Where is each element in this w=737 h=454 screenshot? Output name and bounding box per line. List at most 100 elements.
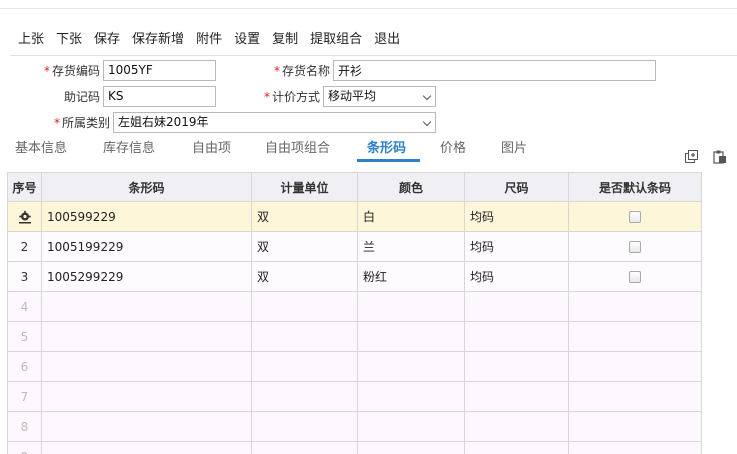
prev-button[interactable]: 上张 <box>18 30 44 50</box>
unit-cell[interactable]: 双 <box>251 231 358 262</box>
default-cell[interactable] <box>568 381 702 412</box>
column-header-color[interactable]: 颜色 <box>357 172 465 202</box>
gear-icon[interactable] <box>18 210 32 224</box>
barcode-cell[interactable] <box>41 441 252 454</box>
default-cell[interactable] <box>568 441 702 454</box>
default-checkbox[interactable] <box>629 271 641 283</box>
tab-images[interactable]: 图片 <box>501 140 527 164</box>
size-cell[interactable]: 均码 <box>464 261 569 292</box>
code-input[interactable] <box>103 59 216 81</box>
color-cell[interactable]: 白 <box>357 201 465 232</box>
column-header-size[interactable]: 尺码 <box>464 172 569 202</box>
required-mark: * <box>43 63 50 78</box>
row-index-cell[interactable] <box>7 201 42 232</box>
name-input[interactable] <box>333 59 656 81</box>
save-new-button[interactable]: 保存新增 <box>132 30 184 50</box>
table-row-empty[interactable]: 8 <box>7 411 702 442</box>
unit-cell[interactable] <box>251 441 358 454</box>
chevron-down-icon <box>422 91 432 100</box>
tab-inventory-info[interactable]: 库存信息 <box>103 140 155 164</box>
attachment-button[interactable]: 附件 <box>196 30 222 50</box>
unit-cell[interactable]: 双 <box>251 201 358 232</box>
table-row-empty[interactable]: 6 <box>7 351 702 382</box>
table-row[interactable]: 100599229 双 白 均码 <box>7 201 702 232</box>
default-cell[interactable] <box>568 321 702 352</box>
barcode-cell[interactable] <box>41 381 252 412</box>
size-cell[interactable] <box>464 441 569 454</box>
barcode-cell[interactable]: 1005299229 <box>41 261 252 292</box>
size-cell[interactable] <box>464 291 569 322</box>
default-cell[interactable] <box>568 291 702 322</box>
color-cell[interactable] <box>357 351 465 382</box>
column-header-default[interactable]: 是否默认条码 <box>568 172 702 202</box>
default-cell[interactable] <box>568 351 702 382</box>
pricing-row: * 计价方式 移动平均 <box>260 85 436 107</box>
color-cell[interactable]: 粉红 <box>357 261 465 292</box>
add-row-icon[interactable] <box>685 150 699 164</box>
table-row[interactable]: 3 1005299229 双 粉红 均码 <box>7 261 702 292</box>
tab-free-items[interactable]: 自由项 <box>192 140 231 164</box>
table-header-row: 序号 条形码 计量单位 颜色 尺码 是否默认条码 <box>7 172 702 202</box>
barcode-cell[interactable] <box>41 291 252 322</box>
color-cell[interactable] <box>357 411 465 442</box>
default-checkbox[interactable] <box>629 241 641 253</box>
default-cell <box>568 231 702 262</box>
table-row-empty[interactable]: 5 <box>7 321 702 352</box>
barcode-cell[interactable]: 100599229 <box>41 201 252 232</box>
row-index-cell: 9 <box>7 441 42 454</box>
active-tab-indicator <box>357 159 420 162</box>
toolbar-divider <box>10 55 737 56</box>
required-mark: * <box>53 115 60 130</box>
exit-button[interactable]: 退出 <box>374 30 400 50</box>
tab-basic-info[interactable]: 基本信息 <box>15 140 67 164</box>
column-header-barcode[interactable]: 条形码 <box>41 172 252 202</box>
paste-icon[interactable] <box>713 150 727 164</box>
unit-cell[interactable] <box>251 411 358 442</box>
size-cell[interactable] <box>464 321 569 352</box>
pricing-select[interactable]: 移动平均 <box>323 85 436 107</box>
copy-button[interactable]: 复制 <box>272 30 298 50</box>
code-row: * 存货编码 <box>40 59 216 81</box>
unit-cell[interactable] <box>251 381 358 412</box>
required-mark: * <box>273 63 280 78</box>
color-cell[interactable] <box>357 441 465 454</box>
table-row-empty[interactable]: 4 <box>7 291 702 322</box>
save-button[interactable]: 保存 <box>94 30 120 50</box>
mnemonic-input[interactable] <box>103 85 216 107</box>
next-button[interactable]: 下张 <box>56 30 82 50</box>
unit-cell[interactable]: 双 <box>251 261 358 292</box>
unit-cell[interactable] <box>251 291 358 322</box>
size-cell[interactable] <box>464 411 569 442</box>
barcode-cell[interactable] <box>41 321 252 352</box>
size-cell[interactable]: 均码 <box>464 231 569 262</box>
category-row: * 所属类别 左姐右妹2019年 <box>40 111 436 133</box>
unit-cell[interactable] <box>251 321 358 352</box>
size-cell[interactable] <box>464 351 569 382</box>
category-select[interactable]: 左姐右妹2019年 <box>113 111 436 133</box>
barcode-cell[interactable]: 1005199229 <box>41 231 252 262</box>
color-cell[interactable] <box>357 291 465 322</box>
tab-free-item-combo[interactable]: 自由项组合 <box>265 140 330 164</box>
name-label: * 存货名称 <box>273 63 330 78</box>
name-row: * 存货名称 <box>270 59 656 81</box>
size-cell[interactable]: 均码 <box>464 201 569 232</box>
table-row[interactable]: 2 1005199229 双 兰 均码 <box>7 231 702 262</box>
default-checkbox[interactable] <box>629 211 641 223</box>
default-cell[interactable] <box>568 411 702 442</box>
settings-button[interactable]: 设置 <box>234 30 260 50</box>
color-cell[interactable]: 兰 <box>357 231 465 262</box>
size-cell[interactable] <box>464 381 569 412</box>
table-row-empty[interactable]: 7 <box>7 381 702 412</box>
color-cell[interactable] <box>357 381 465 412</box>
extract-combo-button[interactable]: 提取组合 <box>310 30 362 50</box>
column-header-index[interactable]: 序号 <box>7 172 42 202</box>
table-row-empty[interactable]: 9 <box>7 441 702 454</box>
barcode-cell[interactable] <box>41 351 252 382</box>
color-cell[interactable] <box>357 321 465 352</box>
required-mark: * <box>263 89 270 104</box>
unit-cell[interactable] <box>251 351 358 382</box>
category-label: * 所属类别 <box>53 115 110 130</box>
tab-price[interactable]: 价格 <box>440 140 466 164</box>
column-header-unit[interactable]: 计量单位 <box>251 172 358 202</box>
barcode-cell[interactable] <box>41 411 252 442</box>
